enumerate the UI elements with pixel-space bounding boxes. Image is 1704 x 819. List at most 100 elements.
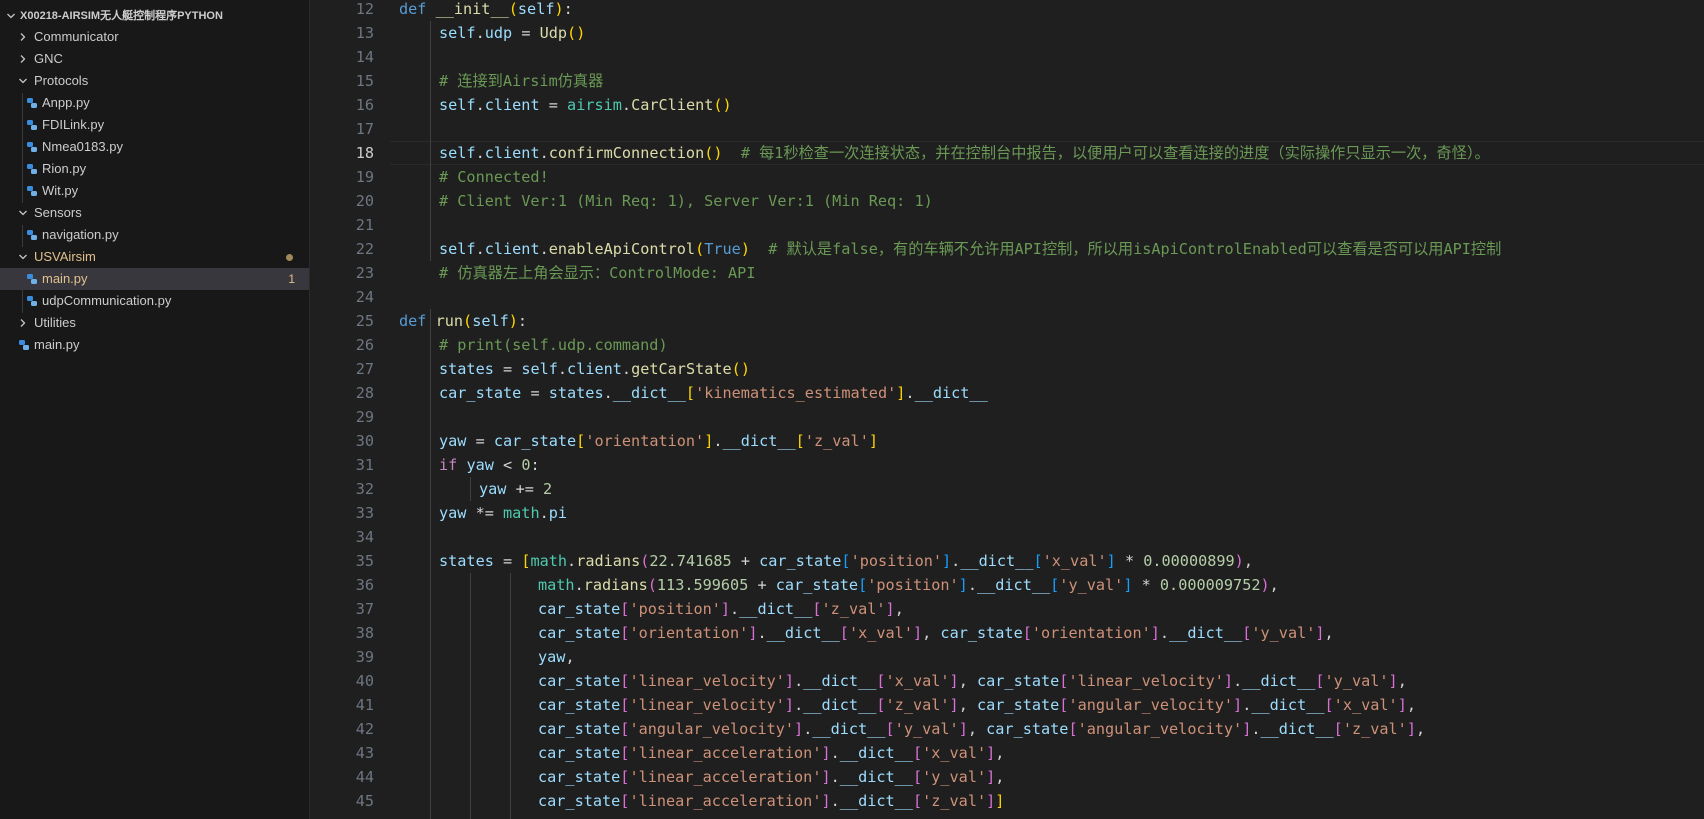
code-comment-15: # 连接到Airsim仿真器	[439, 72, 604, 90]
tree-item-usvairsim[interactable]: USVAirsim	[0, 246, 309, 268]
python-file-icon	[26, 185, 38, 197]
tree-item-anpp-py[interactable]: Anpp.py	[0, 92, 309, 114]
modified-dot-badge	[286, 254, 293, 261]
code-line-30: yaw = car_state['orientation'].__dict__[…	[439, 432, 878, 450]
code-comment-23: # 仿真器左上角会显示：ControlMode: API	[439, 264, 756, 282]
code-line-25: def run(self):	[399, 312, 528, 330]
line-number: 33	[355, 504, 374, 522]
code-line-32: yaw += 2	[479, 480, 553, 498]
line-number: 23	[355, 264, 374, 282]
tree-item-label: Rion.py	[42, 161, 87, 176]
python-file-icon	[26, 119, 38, 131]
indent-guide	[430, 309, 431, 819]
line-number-active: 18	[355, 144, 374, 162]
line-number: 37	[355, 600, 374, 618]
python-file-icon	[26, 97, 38, 109]
python-file-icon	[18, 339, 30, 351]
code-line-36: math.radians(113.599605 + car_state['pos…	[538, 576, 1279, 594]
line-number-gutter: 12 13 14 15 16 17 18 19 20 21 22 23 24 2…	[310, 0, 390, 819]
line-number: 19	[355, 168, 374, 186]
chevron-down-icon	[4, 5, 18, 27]
code-line-18: self.client.confirmConnection() # 每1秒检查一…	[439, 144, 1490, 162]
code-line-22: self.client.enableApiControl(True) # 默认是…	[439, 240, 1502, 258]
indent-guide	[470, 477, 471, 501]
line-number: 24	[355, 288, 374, 306]
line-number: 40	[355, 672, 374, 690]
line-number: 45	[355, 792, 374, 810]
tree-item-rion-py[interactable]: Rion.py	[0, 158, 309, 180]
code-line-33: yaw *= math.pi	[439, 504, 568, 522]
code-line-35: states = [math.radians(22.741685 + car_s…	[439, 552, 1253, 570]
chevron-right-icon	[16, 312, 30, 334]
chevron-down-icon	[16, 246, 30, 268]
vscode-window: X00218-AIRSIM无人艇控制程序PYTHON Communicator …	[0, 0, 1704, 819]
line-number: 22	[355, 240, 374, 258]
code-comment-26: # print(self.udp.command)	[439, 336, 668, 354]
tree-item-wit-py[interactable]: Wit.py	[0, 180, 309, 202]
code-line-43: car_state['linear_acceleration'].__dict_…	[538, 744, 1005, 762]
line-number: 28	[355, 384, 374, 402]
python-file-icon	[26, 163, 38, 175]
code-line-37: car_state['position'].__dict__['z_val'],	[538, 600, 904, 618]
line-number: 20	[355, 192, 374, 210]
line-number: 13	[355, 24, 374, 42]
tree-item-label: FDILink.py	[42, 117, 105, 132]
explorer-root-folder[interactable]: X00218-AIRSIM无人艇控制程序PYTHON	[0, 5, 309, 27]
line-number: 35	[355, 552, 374, 570]
chevron-right-icon	[16, 48, 30, 70]
code-line-41: car_state['linear_velocity'].__dict__['z…	[538, 696, 1416, 714]
python-file-icon	[26, 273, 38, 285]
code-comment-20: # Client Ver:1 (Min Req: 1), Server Ver:…	[439, 192, 933, 210]
tree-item-udpcommunication-py[interactable]: udpCommunication.py	[0, 290, 309, 312]
tree-item-navigation-py[interactable]: navigation.py	[0, 224, 309, 246]
explorer-root-label: X00218-AIRSIM无人艇控制程序PYTHON	[20, 10, 223, 22]
indent-guide	[430, 21, 431, 261]
line-number: 42	[355, 720, 374, 738]
tree-item-label: GNC	[34, 51, 63, 66]
chevron-down-icon	[16, 202, 30, 224]
tree-item-label: Nmea0183.py	[42, 139, 123, 154]
code-text-area[interactable]: def __init__(self): self.udp = Udp() # 连…	[390, 0, 1704, 819]
line-number: 16	[355, 96, 374, 114]
code-line-27: states = self.client.getCarState()	[439, 360, 750, 378]
line-number: 15	[355, 72, 374, 90]
code-line-40: car_state['linear_velocity'].__dict__['x…	[538, 672, 1407, 690]
tree-item-label: navigation.py	[42, 227, 119, 242]
tree-item-nmea0183-py[interactable]: Nmea0183.py	[0, 136, 309, 158]
chevron-right-icon	[16, 26, 30, 48]
explorer-sidebar: X00218-AIRSIM无人艇控制程序PYTHON Communicator …	[0, 0, 310, 819]
tree-item-fdilink-py[interactable]: FDILink.py	[0, 114, 309, 136]
code-editor[interactable]: 12 13 14 15 16 17 18 19 20 21 22 23 24 2…	[310, 0, 1704, 819]
line-number: 17	[355, 120, 374, 138]
tree-item-label: Sensors	[34, 205, 82, 220]
line-number: 29	[355, 408, 374, 426]
line-number: 27	[355, 360, 374, 378]
chevron-down-icon	[16, 70, 30, 92]
code-line-28: car_state = states.__dict__['kinematics_…	[439, 384, 988, 402]
tree-item-root-main-py[interactable]: main.py	[0, 334, 309, 356]
line-number: 31	[355, 456, 374, 474]
tree-item-label: Utilities	[34, 315, 76, 330]
line-number: 36	[355, 576, 374, 594]
tree-item-gnc[interactable]: GNC	[0, 48, 309, 70]
sidebar-top-strip	[0, 0, 309, 4]
line-number: 25	[355, 312, 374, 330]
line-number: 44	[355, 768, 374, 786]
tree-item-label: main.py	[42, 271, 88, 286]
tree-item-main-py-selected[interactable]: main.py 1	[0, 268, 309, 290]
problem-count-badge: 1	[288, 272, 295, 286]
line-number: 38	[355, 624, 374, 642]
line-number: 30	[355, 432, 374, 450]
line-number: 43	[355, 744, 374, 762]
code-line-39: yaw,	[538, 648, 575, 666]
code-line-38: car_state['orientation'].__dict__['x_val…	[538, 624, 1334, 642]
tree-item-label: USVAirsim	[34, 249, 96, 264]
tree-item-protocols[interactable]: Protocols	[0, 70, 309, 92]
tree-item-sensors[interactable]: Sensors	[0, 202, 309, 224]
tree-item-utilities[interactable]: Utilities	[0, 312, 309, 334]
line-number: 39	[355, 648, 374, 666]
code-line-31: if yaw < 0:	[439, 456, 540, 474]
tree-item-communicator[interactable]: Communicator	[0, 26, 309, 48]
line-number: 14	[355, 48, 374, 66]
tree-item-label: Wit.py	[42, 183, 79, 198]
